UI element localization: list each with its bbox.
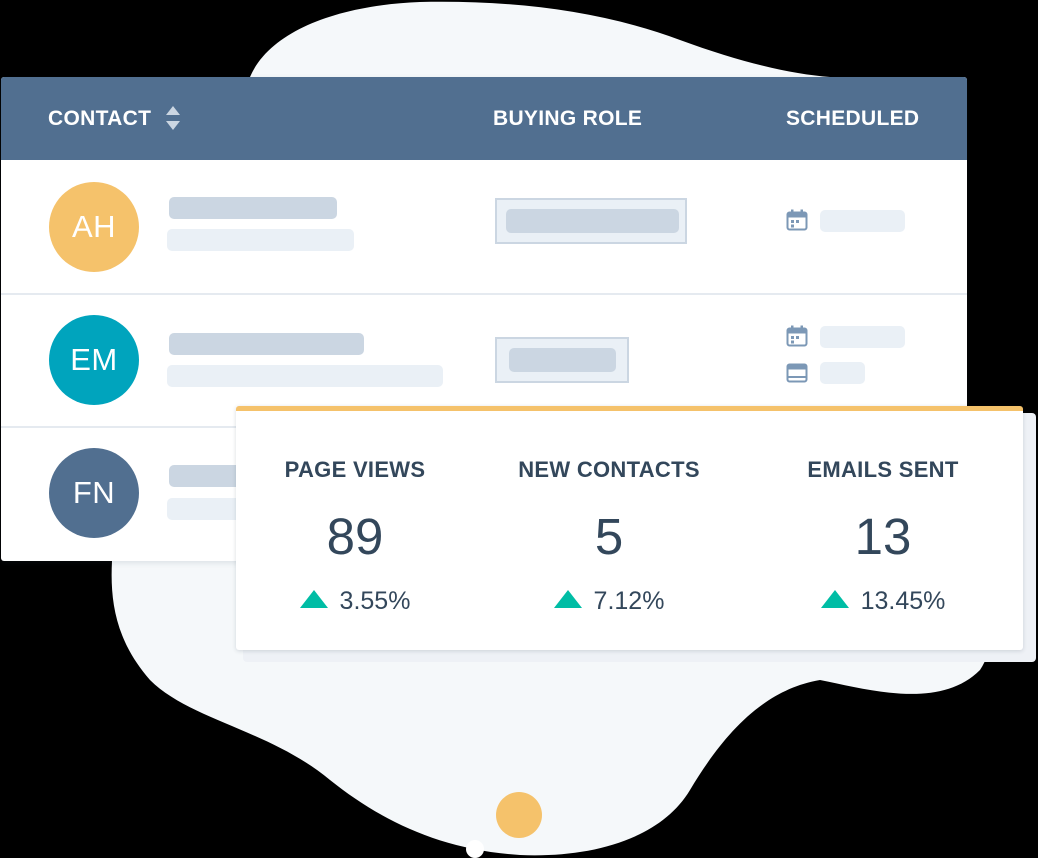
stat-label: NEW CONTACTS xyxy=(518,457,700,482)
contact-name-placeholder xyxy=(169,197,337,219)
avatar: EM xyxy=(49,315,139,405)
stat-change-value: 7.12% xyxy=(593,587,665,615)
stats-card: PAGE VIEWS 89 3.55% NEW CONTACTS 5 7.12%… xyxy=(236,406,1023,650)
column-header-buying-role[interactable]: BUYING ROLE xyxy=(493,107,642,131)
meeting-icon xyxy=(786,363,808,383)
contact-detail-placeholder xyxy=(167,365,443,387)
calendar-icon xyxy=(786,209,808,231)
stat-value: 5 xyxy=(594,508,624,565)
trend-up-icon xyxy=(299,590,328,608)
scheduled-placeholder xyxy=(820,326,905,348)
buying-role-placeholder xyxy=(509,348,616,372)
column-header-contact[interactable]: CONTACT xyxy=(48,107,151,131)
table-header: CONTACT BUYING ROLE SCHEDULED xyxy=(1,77,967,160)
stat-change: 7.12% xyxy=(479,587,739,616)
stat-change: 13.45% xyxy=(753,587,1013,616)
contact-detail-placeholder xyxy=(167,229,354,251)
buying-role-field[interactable] xyxy=(495,337,629,383)
buying-role-field[interactable] xyxy=(495,198,687,244)
stat-value: 89 xyxy=(326,508,384,565)
contact-name-placeholder xyxy=(169,333,364,355)
decorative-dot-small xyxy=(466,840,484,858)
calendar-icon xyxy=(786,325,808,347)
trend-up-icon xyxy=(553,590,582,608)
stat-change-value: 13.45% xyxy=(860,587,946,615)
stat-value: 13 xyxy=(854,508,912,565)
trend-up-icon xyxy=(820,590,849,608)
decorative-dot xyxy=(496,792,542,838)
stat-change-value: 3.55% xyxy=(339,587,411,615)
buying-role-placeholder xyxy=(506,209,679,233)
stat-label: PAGE VIEWS xyxy=(284,457,426,482)
scheduled-placeholder xyxy=(820,210,905,232)
table-row[interactable]: AH xyxy=(1,160,967,295)
avatar: AH xyxy=(49,182,139,272)
scheduled-placeholder xyxy=(820,362,865,384)
stat-label: EMAILS SENT xyxy=(807,457,959,482)
column-header-scheduled[interactable]: SCHEDULED xyxy=(786,107,919,131)
stat-change: 3.55% xyxy=(225,587,485,616)
avatar: FN xyxy=(49,448,139,538)
sort-icon[interactable] xyxy=(165,104,181,132)
